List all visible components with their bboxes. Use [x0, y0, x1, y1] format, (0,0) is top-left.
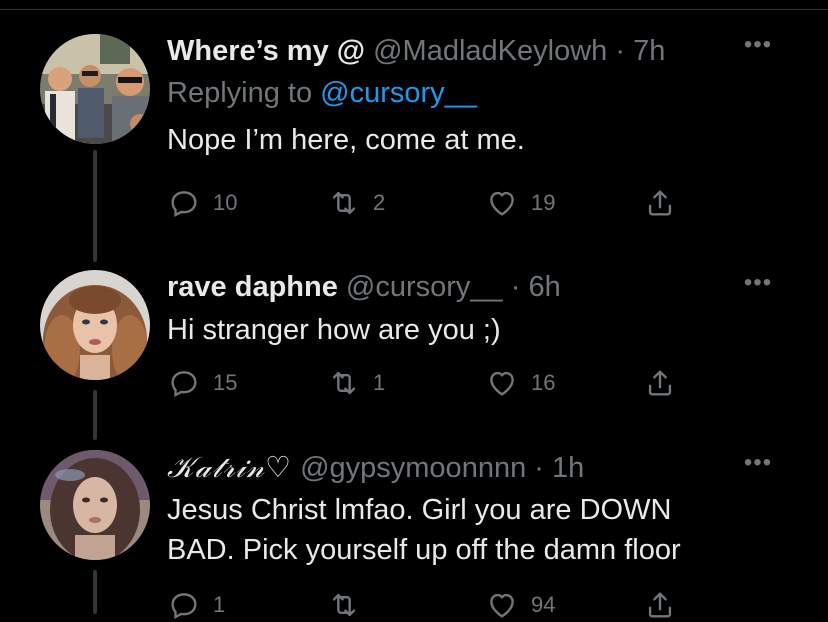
replying-to: Replying to @cursory__	[167, 76, 767, 110]
reply-count: 15	[213, 370, 238, 395]
retweet-count: 1	[373, 370, 386, 395]
retweet-icon	[327, 366, 361, 400]
timestamp[interactable]: 7h	[633, 35, 665, 67]
reply-icon	[167, 186, 201, 220]
reply-icon	[167, 366, 201, 400]
share-icon	[643, 588, 677, 622]
tweet-actions: 1 94	[167, 588, 687, 622]
retweet-button[interactable]: 2	[327, 186, 385, 220]
like-button[interactable]: 19	[485, 186, 555, 220]
retweet-button[interactable]	[327, 588, 373, 622]
timestamp[interactable]: 6h	[528, 271, 560, 303]
like-count: 19	[531, 190, 556, 215]
heart-icon	[485, 366, 519, 400]
tweet-text: Nope I’m here, come at me.	[167, 124, 525, 156]
reply-button[interactable]: 1	[167, 588, 225, 622]
retweet-icon	[327, 588, 361, 622]
reply-button[interactable]: 10	[167, 186, 237, 220]
more-horizontal-icon: •••	[743, 449, 773, 476]
tweet-actions: 15 1 16	[167, 366, 687, 400]
reply-count: 10	[213, 190, 238, 215]
like-count: 16	[531, 370, 556, 395]
more-horizontal-icon: •••	[743, 269, 773, 296]
more-horizontal-icon: •••	[743, 31, 773, 58]
heart-icon	[485, 588, 519, 622]
replying-prefix: Replying to	[167, 77, 313, 109]
display-name[interactable]: Where’s my @	[167, 35, 365, 67]
top-divider	[0, 9, 828, 10]
tweet-text-line: Jesus Christ lmfao. Girl you are DOWN	[167, 494, 672, 526]
tweet-actions: 10 2 19	[167, 186, 687, 220]
tweet-text: Hi stranger how are you ;)	[167, 314, 501, 346]
reply-icon	[167, 588, 201, 622]
avatar[interactable]	[40, 270, 150, 380]
separator-dot: ·	[510, 271, 521, 303]
user-handle[interactable]: @cursory__	[346, 271, 503, 303]
share-button[interactable]	[643, 186, 677, 220]
reply-button[interactable]: 15	[167, 366, 237, 400]
separator-dot: ·	[615, 35, 626, 67]
like-button[interactable]: 94	[485, 588, 555, 622]
tweet-content: 𝒦𝒶𝓉𝓇𝒾𝓃♡ @gypsymoonnnn · 1h Jesus Christ …	[167, 450, 767, 570]
user-handle[interactable]: @MadladKeylowh	[373, 35, 607, 67]
like-button[interactable]: 16	[485, 366, 555, 400]
more-options-button[interactable]: •••	[738, 33, 778, 60]
tweet-header: Where’s my @ @MadladKeylowh · 7h	[167, 34, 767, 68]
avatar[interactable]	[40, 34, 150, 144]
share-button[interactable]	[643, 588, 677, 622]
tweet-content: rave daphne @cursory__ · 6h Hi stranger …	[167, 270, 767, 350]
mention-link[interactable]: @cursory__	[320, 77, 477, 109]
share-icon	[643, 186, 677, 220]
display-name[interactable]: rave daphne	[167, 271, 338, 303]
tweet-text: Jesus Christ lmfao. Girl you are DOWN BA…	[167, 490, 767, 570]
tweet-content: Where’s my @ @MadladKeylowh · 7h Replyin…	[167, 34, 767, 160]
retweet-icon	[327, 186, 361, 220]
tweet-text-line: BAD. Pick yourself up off the damn floor	[167, 534, 681, 566]
separator-dot: ·	[534, 452, 544, 484]
retweet-button[interactable]: 1	[327, 366, 385, 400]
user-handle[interactable]: @gypsymoonnnn	[300, 452, 526, 484]
share-icon	[643, 366, 677, 400]
timestamp[interactable]: 1h	[552, 452, 584, 484]
heart-icon	[485, 186, 519, 220]
more-options-button[interactable]: •••	[738, 451, 778, 478]
retweet-count: 2	[373, 190, 386, 215]
like-count: 94	[531, 592, 556, 617]
thread-line	[93, 390, 97, 440]
reply-count: 1	[213, 592, 226, 617]
tweet-header: rave daphne @cursory__ · 6h	[167, 270, 767, 304]
tweet-header: 𝒦𝒶𝓉𝓇𝒾𝓃♡ @gypsymoonnnn · 1h	[167, 450, 767, 484]
avatar[interactable]	[40, 450, 150, 560]
more-options-button[interactable]: •••	[738, 271, 778, 298]
share-button[interactable]	[643, 366, 677, 400]
display-name[interactable]: 𝒦𝒶𝓉𝓇𝒾𝓃♡	[167, 450, 292, 484]
